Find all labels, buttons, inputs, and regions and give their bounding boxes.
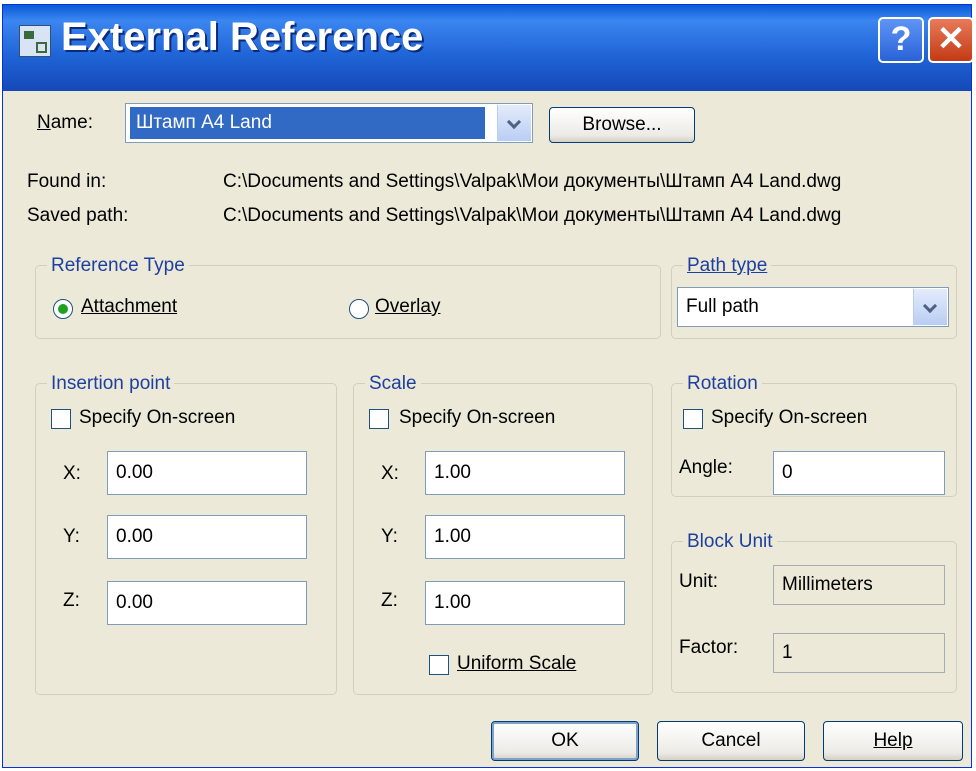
title-bar[interactable]: External Reference ? ✕ bbox=[3, 5, 974, 91]
insertion-x-label: X: bbox=[63, 463, 81, 484]
browse-label: Browse... bbox=[582, 114, 662, 135]
name-combobox[interactable]: Штамп A4 Land bbox=[125, 103, 533, 143]
path-type-value: Full path bbox=[686, 296, 759, 317]
path-type-combobox[interactable]: Full path bbox=[677, 287, 949, 327]
insertion-y-label: Y: bbox=[63, 526, 80, 547]
close-button[interactable]: ✕ bbox=[928, 17, 974, 63]
factor-value: 1 bbox=[773, 633, 945, 673]
overlay-radio[interactable] bbox=[349, 299, 369, 319]
block-unit-title: Block Unit bbox=[683, 531, 777, 553]
rotation-specify-label[interactable]: Specify On-screen bbox=[711, 407, 867, 429]
cancel-button[interactable]: Cancel bbox=[657, 721, 805, 761]
external-reference-dialog: External Reference ? ✕ Name: Штамп A4 La… bbox=[2, 4, 974, 768]
rotation-specify-checkbox[interactable] bbox=[683, 409, 703, 429]
help-icon: ? bbox=[890, 20, 912, 58]
help-button[interactable]: Help bbox=[823, 721, 963, 761]
scale-z-label: Z: bbox=[381, 590, 398, 611]
insertion-x-input[interactable]: 0.00 bbox=[107, 451, 307, 495]
unit-label: Unit: bbox=[679, 571, 719, 592]
chevron-down-icon[interactable] bbox=[913, 289, 947, 325]
saved-path-label: Saved path: bbox=[27, 205, 129, 226]
found-in-label: Found in: bbox=[27, 171, 107, 192]
dialog-title: External Reference bbox=[61, 15, 424, 59]
angle-label: Angle: bbox=[679, 457, 733, 478]
insertion-z-input[interactable]: 0.00 bbox=[107, 581, 307, 625]
scale-y-input[interactable]: 1.00 bbox=[425, 515, 625, 559]
found-in-path: C:\Documents and Settings\Valpak\Мои док… bbox=[223, 171, 842, 192]
close-icon: ✕ bbox=[936, 20, 966, 58]
cancel-label: Cancel bbox=[701, 730, 761, 751]
uniform-scale-label[interactable]: Uniform Scale bbox=[457, 653, 576, 675]
help-title-button[interactable]: ? bbox=[878, 17, 924, 63]
rotation-title: Rotation bbox=[683, 373, 762, 395]
path-type-title: Path type bbox=[683, 255, 772, 277]
scale-title: Scale bbox=[365, 373, 421, 395]
scale-x-label: X: bbox=[381, 463, 399, 484]
insertion-point-title: Insertion point bbox=[47, 373, 175, 395]
attachment-label[interactable]: Attachment bbox=[81, 296, 177, 318]
uniform-scale-checkbox[interactable] bbox=[429, 655, 449, 675]
unit-value: Millimeters bbox=[773, 565, 945, 605]
name-selected-value: Штамп A4 Land bbox=[130, 107, 485, 139]
insertion-specify-checkbox[interactable] bbox=[51, 409, 71, 429]
overlay-label[interactable]: Overlay bbox=[375, 296, 440, 318]
reference-type-title: Reference Type bbox=[47, 255, 189, 277]
name-label: Name: bbox=[37, 112, 93, 133]
chevron-down-icon[interactable] bbox=[497, 105, 531, 141]
scale-x-input[interactable]: 1.00 bbox=[425, 451, 625, 495]
factor-label: Factor: bbox=[679, 637, 739, 658]
browse-button[interactable]: Browse... bbox=[549, 107, 695, 143]
help-label: Help bbox=[873, 730, 913, 751]
attachment-radio[interactable] bbox=[53, 299, 73, 319]
scale-y-label: Y: bbox=[381, 526, 398, 547]
scale-specify-label[interactable]: Specify On-screen bbox=[399, 407, 555, 429]
ok-button[interactable]: OK bbox=[491, 721, 639, 761]
scale-specify-checkbox[interactable] bbox=[369, 409, 389, 429]
insertion-y-input[interactable]: 0.00 bbox=[107, 515, 307, 559]
insertion-specify-label[interactable]: Specify On-screen bbox=[79, 407, 235, 429]
xref-app-icon bbox=[19, 25, 51, 57]
scale-z-input[interactable]: 1.00 bbox=[425, 581, 625, 625]
saved-path-value: C:\Documents and Settings\Valpak\Мои док… bbox=[223, 205, 842, 226]
ok-label: OK bbox=[551, 730, 579, 751]
insertion-z-label: Z: bbox=[63, 590, 80, 611]
angle-input[interactable]: 0 bbox=[773, 451, 945, 495]
